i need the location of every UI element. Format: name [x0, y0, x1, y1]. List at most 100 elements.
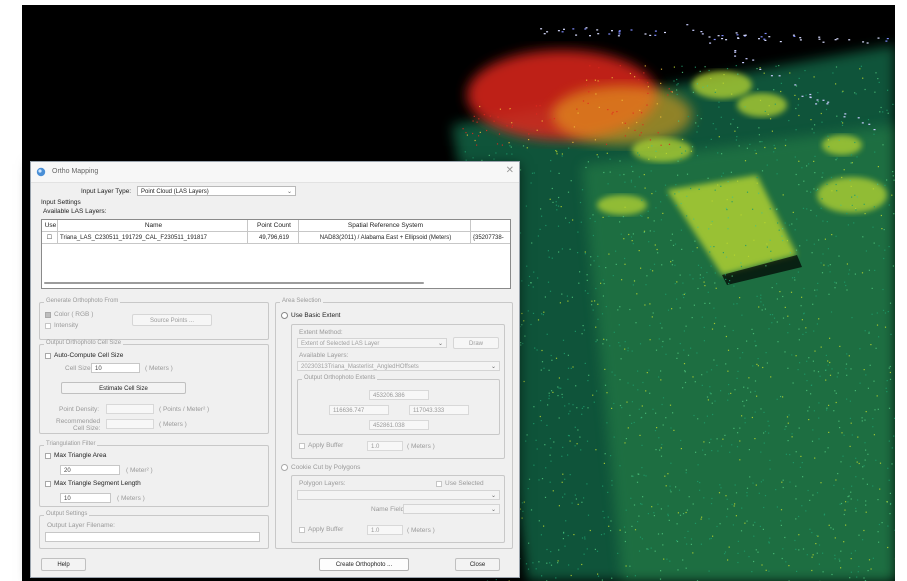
cloud-point	[780, 520, 782, 522]
cloud-point	[736, 377, 738, 379]
cloud-point	[632, 243, 634, 245]
column-header-srs[interactable]: Spatial Reference System	[299, 220, 471, 232]
cloud-point	[818, 544, 821, 546]
use-selected-checkbox[interactable]	[436, 481, 442, 487]
cloud-point	[850, 552, 852, 554]
cloud-point	[609, 158, 611, 160]
cloud-point	[866, 483, 868, 485]
help-button[interactable]: Help	[41, 558, 86, 571]
column-header-name[interactable]: Name	[58, 220, 248, 232]
cloud-point	[537, 319, 540, 321]
cloud-point	[666, 194, 668, 196]
draw-button[interactable]: Draw	[453, 337, 499, 349]
buffer-input[interactable]: 1.0	[367, 441, 403, 451]
apply-buffer-2-label: Apply Buffer	[308, 526, 344, 533]
point-density-unit: ( Points / Meter² )	[159, 406, 210, 413]
cloud-point	[703, 422, 706, 424]
cloud-point	[611, 407, 613, 409]
close-button[interactable]: Close	[455, 558, 500, 571]
color-rgb-checkbox[interactable]	[45, 312, 51, 318]
column-header-point-count[interactable]: Point Count	[248, 220, 299, 232]
cloud-point	[806, 208, 808, 210]
cloud-point	[868, 269, 870, 271]
cloud-point	[845, 363, 848, 365]
output-filename-input[interactable]	[45, 532, 260, 542]
auto-compute-cell-size-checkbox[interactable]	[45, 353, 51, 359]
cloud-point	[839, 427, 841, 429]
cloud-point	[634, 575, 636, 577]
cloud-point	[851, 317, 853, 319]
horizontal-scrollbar[interactable]	[44, 282, 424, 284]
extent-right-input[interactable]: 117043.333	[409, 405, 469, 415]
name-field-select[interactable]: ⌄	[403, 504, 500, 514]
available-layers-select[interactable]: 20230313Triana_Masterlist_AngledHOffsets…	[297, 361, 500, 371]
cloud-point	[573, 534, 575, 536]
cloud-point	[556, 153, 558, 155]
max-triangle-area-checkbox[interactable]	[45, 453, 51, 459]
cloud-point	[545, 224, 547, 227]
cloud-point	[612, 275, 614, 277]
available-layers-label: Available Layers:	[299, 352, 349, 359]
cloud-point	[676, 84, 678, 86]
cloud-point	[886, 109, 888, 111]
title-bar[interactable]: Ortho Mapping ✕	[31, 162, 519, 183]
cloud-point	[874, 151, 876, 153]
sky-point	[608, 33, 611, 35]
max-triangle-segment-input[interactable]: 10	[60, 493, 111, 503]
max-triangle-area-input[interactable]: 20	[60, 465, 120, 475]
apply-buffer-checkbox[interactable]	[299, 443, 305, 449]
cloud-point	[506, 153, 508, 155]
sky-point	[752, 59, 755, 61]
cloud-point	[676, 523, 678, 525]
cloud-point	[523, 380, 525, 383]
cookie-cut-radio[interactable]	[281, 464, 288, 471]
recommended-cell-size-input[interactable]	[106, 419, 154, 429]
max-triangle-segment-checkbox[interactable]	[45, 481, 51, 487]
extent-method-select[interactable]: Extent of Selected LAS Layer ⌄	[297, 338, 447, 348]
cloud-point	[877, 78, 879, 80]
cloud-point	[873, 206, 875, 208]
cloud-point	[787, 367, 789, 369]
cloud-point	[710, 246, 712, 248]
extent-top-input[interactable]: 453206.386	[369, 390, 429, 400]
cloud-point	[651, 316, 653, 318]
cloud-point	[587, 380, 589, 382]
column-header-use[interactable]: Use	[42, 220, 58, 232]
polygon-layers-select[interactable]: ⌄	[297, 490, 500, 500]
extent-bottom-input[interactable]: 452861.038	[369, 420, 429, 430]
row-use-checkbox[interactable]: ☐	[42, 232, 58, 244]
cloud-point	[810, 393, 812, 395]
cell-size-input[interactable]: 10	[91, 363, 140, 373]
use-basic-extent-radio[interactable]	[281, 312, 288, 319]
extent-left-input[interactable]: 116636.747	[329, 405, 389, 415]
cloud-point	[675, 486, 677, 488]
cloud-point	[655, 156, 657, 158]
output-settings-title: Output Settings	[44, 511, 90, 517]
cloud-point	[734, 484, 736, 486]
cloud-point	[522, 342, 524, 345]
cloud-point	[680, 158, 682, 160]
create-orthophoto-button[interactable]: Create Orthophoto ...	[319, 558, 409, 571]
cloud-point	[637, 152, 639, 154]
row-name[interactable]: Triana_LAS_C230511_191729_CAL_F230511_19…	[58, 232, 248, 244]
estimate-cell-size-button[interactable]: Estimate Cell Size	[61, 382, 186, 394]
cloud-point	[888, 407, 891, 409]
cloud-point	[603, 283, 605, 285]
cloud-point	[820, 262, 822, 264]
cloud-point	[546, 548, 548, 551]
cloud-point	[857, 571, 859, 573]
cloud-point	[806, 239, 808, 241]
apply-buffer-2-checkbox[interactable]	[299, 527, 305, 533]
cloud-point	[536, 113, 538, 115]
cloud-point	[557, 562, 559, 564]
point-density-input[interactable]	[106, 404, 154, 414]
buffer-2-input[interactable]: 1.0	[367, 525, 403, 535]
cloud-point	[617, 309, 619, 311]
sky-point	[770, 75, 773, 77]
input-layer-type-select[interactable]: Point Cloud (LAS Layers) ⌄	[137, 186, 296, 196]
source-points-button[interactable]: Source Points ...	[132, 314, 212, 326]
bush-4	[597, 195, 647, 215]
close-icon[interactable]: ✕	[506, 166, 514, 176]
intensity-checkbox[interactable]	[45, 323, 51, 329]
cloud-point	[887, 311, 889, 313]
